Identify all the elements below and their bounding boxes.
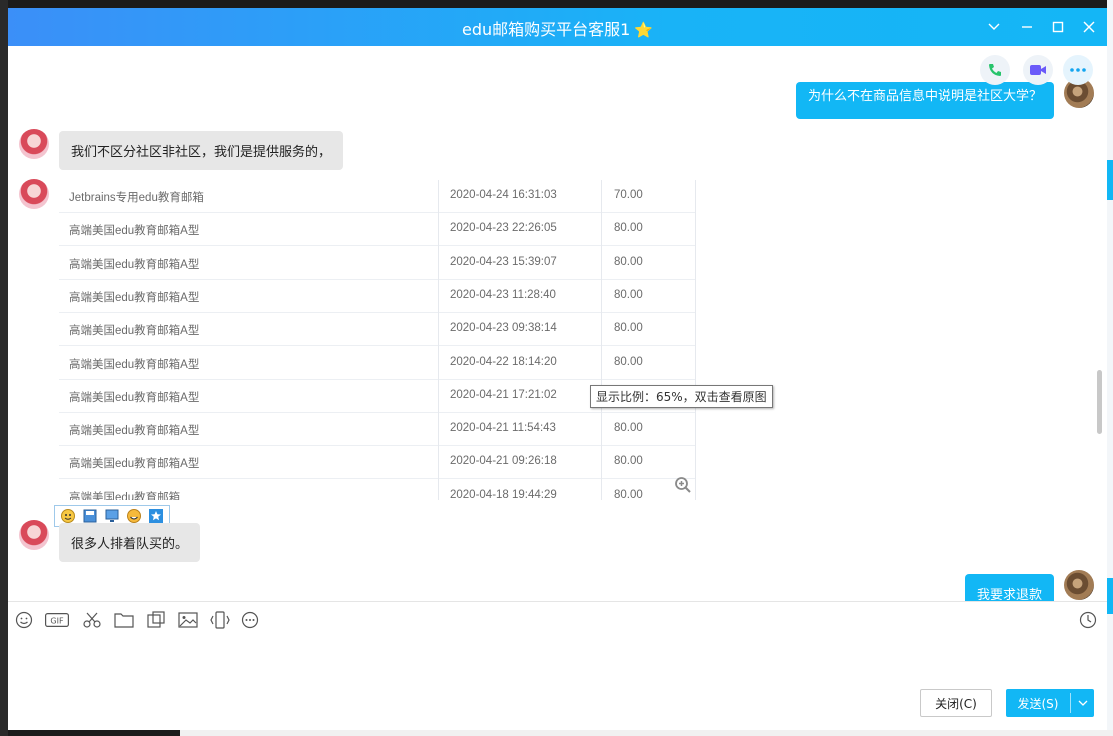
table-cell-price: 80.00: [614, 288, 643, 301]
table-divider: [695, 180, 696, 500]
screenshot-icon[interactable]: [144, 608, 168, 632]
message-text: 我要求退款: [977, 588, 1043, 601]
background-window-fragment: [0, 0, 8, 736]
input-toolbar: GIF: [8, 608, 1107, 632]
scissors-icon[interactable]: [80, 608, 104, 632]
avatar[interactable]: [1064, 570, 1094, 600]
table-cell-name: Jetbrains专用edu教育邮箱: [69, 192, 204, 204]
more-icon: [1070, 68, 1086, 72]
avatar[interactable]: [19, 179, 49, 209]
close-window-button[interactable]: [1078, 16, 1100, 38]
table-cell-time: 2020-04-18 19:44:29: [450, 488, 557, 500]
table-cell-price: 80.00: [614, 355, 643, 368]
send-button-label: 发送(S): [1017, 697, 1059, 711]
scrollbar-thumb[interactable]: [1097, 370, 1102, 434]
table-cell-price: 80.00: [614, 422, 643, 435]
table-cell-name: 高端美国edu教育邮箱: [69, 491, 181, 500]
table-cell-time: 2020-04-24 16:31:03: [450, 189, 557, 201]
table-cell-price: 70.00: [614, 189, 643, 201]
table-cell-name: 高端美国edu教育邮箱A型: [69, 291, 200, 304]
avatar[interactable]: [19, 520, 49, 550]
table-cell-time: 2020-04-21 09:26:18: [450, 455, 557, 468]
chat-window: edu邮箱购买平台客服1 ⭐ 为什么不在商品信息中说明是社区大学？ 我们不区分社区…: [8, 8, 1107, 730]
table-cell-name: 高端美国edu教育邮箱A型: [69, 325, 200, 338]
table-cell-time: 2020-04-23 09:38:14: [450, 322, 557, 335]
message-bubble-incoming[interactable]: 我们不区分社区非社区，我们是提供服务的，: [59, 131, 344, 170]
star-icon: ⭐: [634, 21, 653, 39]
table-cell-price: 80.00: [614, 488, 643, 500]
more-options-button[interactable]: [1063, 55, 1093, 85]
image-icon[interactable]: [176, 608, 200, 632]
close-button[interactable]: 关闭(C): [920, 689, 992, 717]
folder-icon[interactable]: [112, 608, 136, 632]
message-input[interactable]: [16, 636, 1099, 682]
table-cell-name: 高端美国edu教育邮箱A型: [69, 458, 200, 471]
shake-icon[interactable]: [208, 608, 232, 632]
message-bubble-outgoing[interactable]: 我要求退款: [965, 574, 1055, 601]
add-emoji-icon[interactable]: [59, 508, 77, 524]
message-list[interactable]: 为什么不在商品信息中说明是社区大学？ 我们不区分社区非社区，我们是提供服务的， …: [8, 46, 1107, 601]
table-cell-price: 80.00: [614, 322, 643, 335]
chevron-down-icon[interactable]: [1073, 693, 1093, 713]
save-icon[interactable]: [81, 508, 99, 524]
table-cell-time: 2020-04-22 18:14:20: [450, 355, 557, 368]
table-cell-name: 高端美国edu教育邮箱A型: [69, 258, 200, 271]
table-cell-time: 2020-04-23 15:39:07: [450, 255, 557, 268]
contact-name: edu邮箱购买平台客服1: [461, 20, 631, 39]
send-separator: [1070, 693, 1071, 713]
message-bubble-outgoing[interactable]: 为什么不在商品信息中说明是社区大学？: [796, 82, 1055, 119]
background-window-fragment: [1107, 0, 1113, 736]
table-cell-price: 80.00: [614, 255, 643, 268]
close-button-label: 关闭(C): [935, 696, 977, 711]
emoji-face-icon[interactable]: [125, 508, 143, 524]
input-divider: [8, 601, 1107, 602]
table-divider: [601, 180, 602, 500]
phone-icon: [989, 64, 1001, 76]
screen-icon[interactable]: [103, 508, 121, 524]
smiley-icon[interactable]: [12, 608, 36, 632]
message-text: 我们不区分社区非社区，我们是提供服务的，: [71, 145, 332, 160]
video-icon: [1030, 65, 1046, 75]
more-circle-icon[interactable]: [238, 608, 262, 632]
send-button[interactable]: 发送(S): [1006, 689, 1094, 717]
title-bar[interactable]: edu邮箱购买平台客服1 ⭐: [8, 8, 1107, 46]
background-blue-button-fragment: [1106, 160, 1113, 200]
table-cell-time: 2020-04-23 11:28:40: [450, 288, 556, 301]
avatar[interactable]: [19, 129, 49, 159]
zoom-tooltip: 显示比例：65%，双击查看原图: [590, 385, 773, 408]
voice-call-button[interactable]: [980, 55, 1010, 85]
table-cell-name: 高端美国edu教育邮箱A型: [69, 358, 200, 371]
table-cell-price: 80.00: [614, 455, 643, 468]
background-blue-button-fragment: [1106, 578, 1113, 614]
table-cell-time: 2020-04-23 22:26:05: [450, 222, 557, 235]
video-call-button[interactable]: [1023, 55, 1053, 85]
message-text: 很多人排着队买的。: [71, 537, 189, 552]
table-cell-price: 80.00: [614, 222, 643, 235]
table-cell-time: 2020-04-21 17:21:02: [450, 388, 557, 401]
maximize-button[interactable]: [1047, 16, 1069, 38]
background-bottom-fragment: [180, 730, 1113, 736]
gif-icon[interactable]: GIF: [44, 608, 70, 632]
svg-text:GIF: GIF: [50, 617, 64, 626]
window-title: edu邮箱购买平台客服1 ⭐: [8, 16, 1107, 40]
favorite-icon[interactable]: [147, 508, 165, 524]
table-cell-time: 2020-04-21 11:54:43: [450, 422, 556, 435]
zoom-in-icon[interactable]: [674, 476, 692, 498]
collapse-button[interactable]: [983, 16, 1005, 38]
image-message[interactable]: 高端美国edu教育邮箱 2020-04-18 19:44:29 80.00 高端美国e…: [59, 180, 696, 500]
message-text: 为什么不在商品信息中说明是社区大学？: [808, 89, 1043, 104]
clock-icon[interactable]: [1076, 608, 1100, 632]
table-divider: [438, 180, 439, 500]
table-cell-name: 高端美国edu教育邮箱A型: [69, 391, 200, 404]
message-bubble-incoming[interactable]: 很多人排着队买的。: [59, 523, 201, 562]
minimize-button[interactable]: [1016, 16, 1038, 38]
table-cell-name: 高端美国edu教育邮箱A型: [69, 425, 200, 438]
table-cell-name: 高端美国edu教育邮箱A型: [69, 225, 200, 238]
